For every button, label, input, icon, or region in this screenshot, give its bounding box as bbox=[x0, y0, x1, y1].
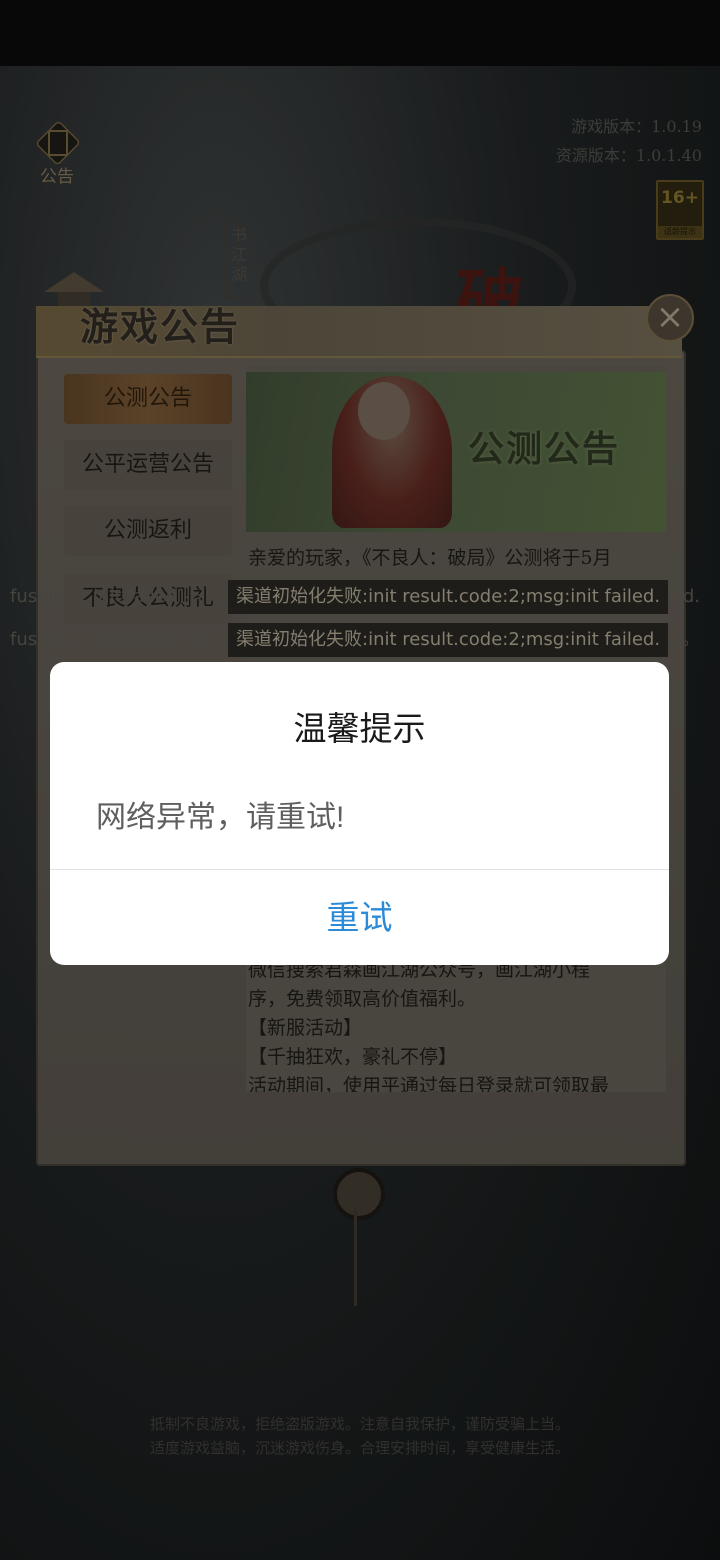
network-error-dialog: 温馨提示 网络异常，请重试! 重试 bbox=[50, 662, 669, 965]
retry-button[interactable]: 重试 bbox=[50, 870, 669, 965]
dialog-title: 温馨提示 bbox=[293, 710, 426, 747]
dialog-message: 网络异常，请重试! bbox=[96, 801, 345, 834]
